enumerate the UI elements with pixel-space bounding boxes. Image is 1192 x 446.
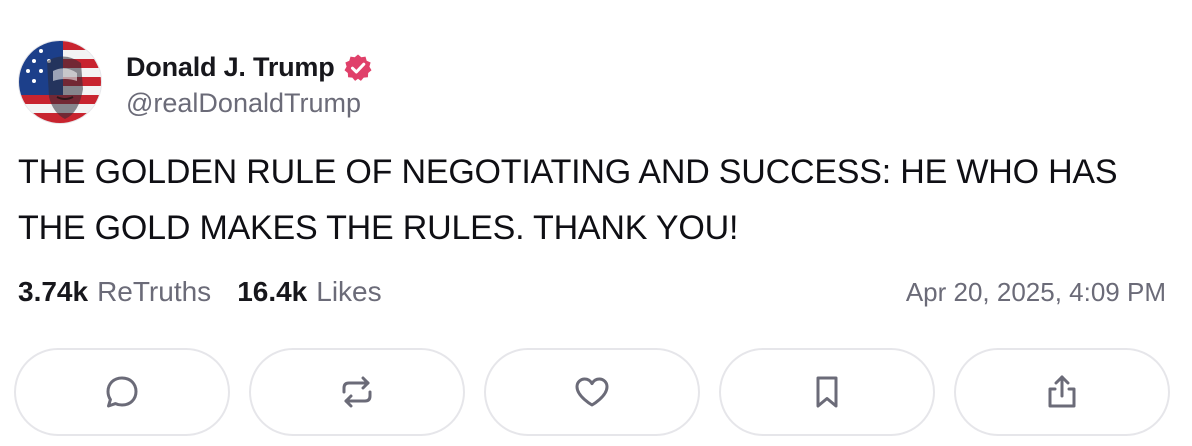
user-handle[interactable]: @realDonaldTrump: [126, 88, 373, 119]
display-name[interactable]: Donald J. Trump: [126, 52, 335, 83]
post-stats: 3.74k ReTruths 16.4k Likes Apr 20, 2025,…: [18, 276, 1166, 308]
name-row: Donald J. Trump: [126, 46, 373, 90]
reply-button[interactable]: [14, 348, 230, 436]
repost-icon: [337, 372, 377, 412]
post-text: THE GOLDEN RULE OF NEGOTIATING AND SUCCE…: [18, 153, 1118, 247]
retruths-count: 3.74k: [18, 276, 89, 307]
likes-label: Likes: [316, 276, 382, 307]
bookmark-button[interactable]: [719, 348, 935, 436]
post-timestamp[interactable]: Apr 20, 2025, 4:09 PM: [906, 277, 1166, 308]
avatar-image: [19, 41, 101, 123]
heart-icon: [572, 372, 612, 412]
share-button[interactable]: [954, 348, 1170, 436]
avatar[interactable]: [18, 40, 102, 124]
bookmark-icon: [807, 372, 847, 412]
like-button[interactable]: [484, 348, 700, 436]
likes-stat[interactable]: 16.4k Likes: [237, 276, 381, 308]
action-bar: [14, 348, 1170, 436]
verified-badge-icon: [343, 53, 373, 83]
author-names: Donald J. Trump @realDonaldTrump: [126, 46, 373, 119]
likes-count: 16.4k: [237, 276, 308, 307]
comment-icon: [102, 372, 142, 412]
post-header: Donald J. Trump @realDonaldTrump: [18, 40, 373, 124]
retruths-label: ReTruths: [97, 276, 212, 307]
retruth-button[interactable]: [249, 348, 465, 436]
share-icon: [1042, 372, 1082, 412]
truth-post: Donald J. Trump @realDonaldTrump THE GOL…: [0, 0, 1192, 446]
retruths-stat[interactable]: 3.74k ReTruths: [18, 276, 211, 308]
